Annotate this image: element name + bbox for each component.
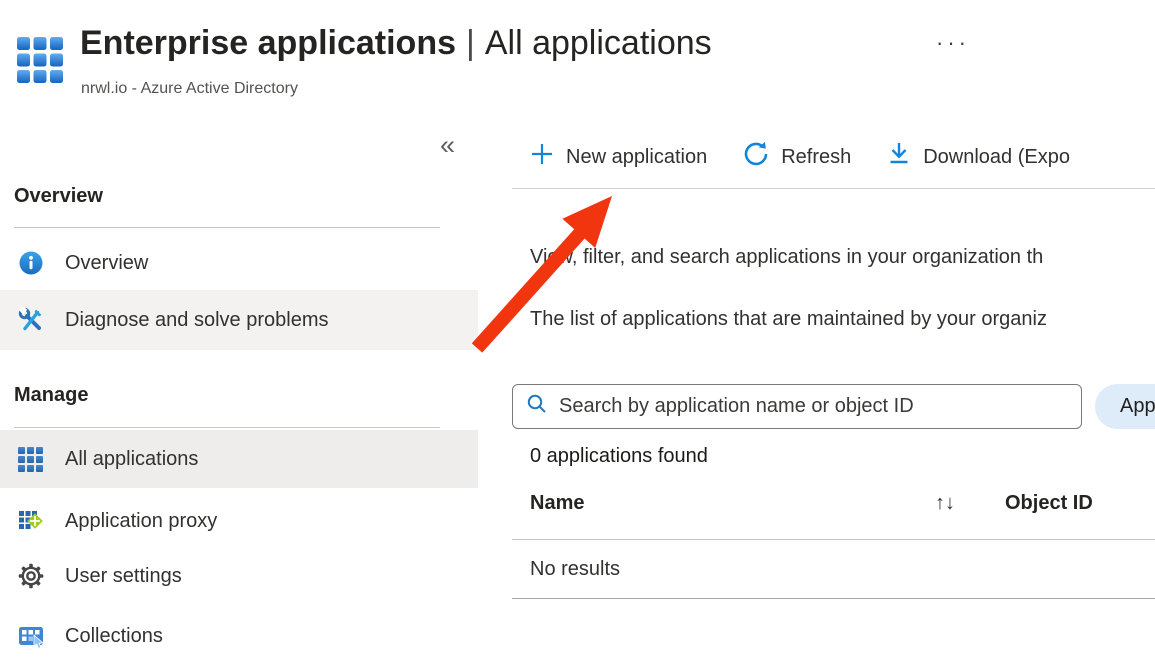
- breadcrumb-subtitle: nrwl.io - Azure Active Directory: [81, 80, 298, 98]
- page-title: Enterprise applications|All applications: [80, 24, 712, 63]
- download-export-button[interactable]: Download (Expo: [887, 141, 1070, 173]
- sidebar-collapse-button[interactable]: «: [440, 130, 455, 161]
- refresh-button[interactable]: Refresh: [743, 141, 851, 173]
- sidebar-item-all-applications[interactable]: All applications: [0, 430, 478, 488]
- page-title-secondary: All applications: [485, 24, 712, 62]
- command-bar: New application Refresh: [530, 141, 1070, 173]
- page-title-separator: |: [456, 24, 485, 62]
- divider: [14, 227, 440, 228]
- sidebar-section-overview-heading: Overview: [14, 185, 103, 208]
- main-content: New application Refresh: [512, 128, 1155, 669]
- divider: [512, 598, 1155, 599]
- download-label: Download (Expo: [923, 146, 1070, 169]
- sidebar-item-label: Diagnose and solve problems: [65, 309, 329, 332]
- description-line-1: View, filter, and search applications in…: [530, 246, 1043, 269]
- sidebar-item-label: All applications: [65, 448, 198, 471]
- column-header-object-id[interactable]: Object ID: [1005, 492, 1093, 515]
- sidebar-item-label: User settings: [65, 565, 182, 588]
- application-type-filter-pill[interactable]: App: [1095, 384, 1155, 429]
- tools-icon: [17, 307, 44, 334]
- refresh-icon: [743, 141, 769, 173]
- sidebar: « Overview Overview Diagnose and so: [0, 128, 478, 669]
- collections-icon: [17, 623, 44, 650]
- sidebar-item-diagnose-and-solve-problems[interactable]: Diagnose and solve problems: [0, 290, 478, 350]
- search-icon: [525, 392, 549, 421]
- plus-icon: [530, 142, 554, 172]
- enterprise-applications-page: { "header": { "title_primary": "Enterpri…: [0, 0, 1155, 669]
- gear-icon: [17, 563, 44, 590]
- sidebar-item-collections[interactable]: Collections: [0, 611, 478, 661]
- column-header-name[interactable]: Name: [530, 492, 584, 515]
- sort-arrows-icon[interactable]: ↑↓: [935, 492, 955, 515]
- download-icon: [887, 141, 911, 173]
- grid-icon: [17, 446, 44, 473]
- sidebar-item-label: Application proxy: [65, 510, 217, 533]
- empty-results-text: No results: [530, 558, 620, 581]
- sidebar-item-overview[interactable]: Overview: [0, 237, 478, 289]
- sidebar-item-application-proxy[interactable]: Application proxy: [0, 496, 478, 546]
- results-count: 0 applications found: [530, 445, 708, 468]
- sidebar-item-user-settings[interactable]: User settings: [0, 551, 478, 601]
- enterprise-applications-icon: [17, 37, 63, 83]
- new-application-label: New application: [566, 146, 707, 169]
- more-menu-button[interactable]: ···: [936, 30, 970, 56]
- double-chevron-left-icon: «: [440, 130, 455, 160]
- description-line-2: The list of applications that are mainta…: [530, 308, 1047, 331]
- new-application-button[interactable]: New application: [530, 142, 707, 172]
- ellipsis-icon: ···: [936, 30, 970, 55]
- divider: [512, 188, 1155, 189]
- application-search-box[interactable]: [512, 384, 1082, 429]
- app-proxy-icon: [17, 508, 44, 535]
- info-icon: [17, 250, 44, 277]
- page-title-primary: Enterprise applications: [80, 24, 456, 62]
- refresh-label: Refresh: [781, 146, 851, 169]
- divider: [512, 539, 1155, 540]
- filter-pill-label: App: [1120, 395, 1155, 418]
- sidebar-item-label: Collections: [65, 625, 163, 648]
- sidebar-section-manage-heading: Manage: [14, 384, 88, 407]
- divider: [14, 427, 440, 428]
- sidebar-item-label: Overview: [65, 252, 148, 275]
- search-input[interactable]: [559, 395, 1071, 418]
